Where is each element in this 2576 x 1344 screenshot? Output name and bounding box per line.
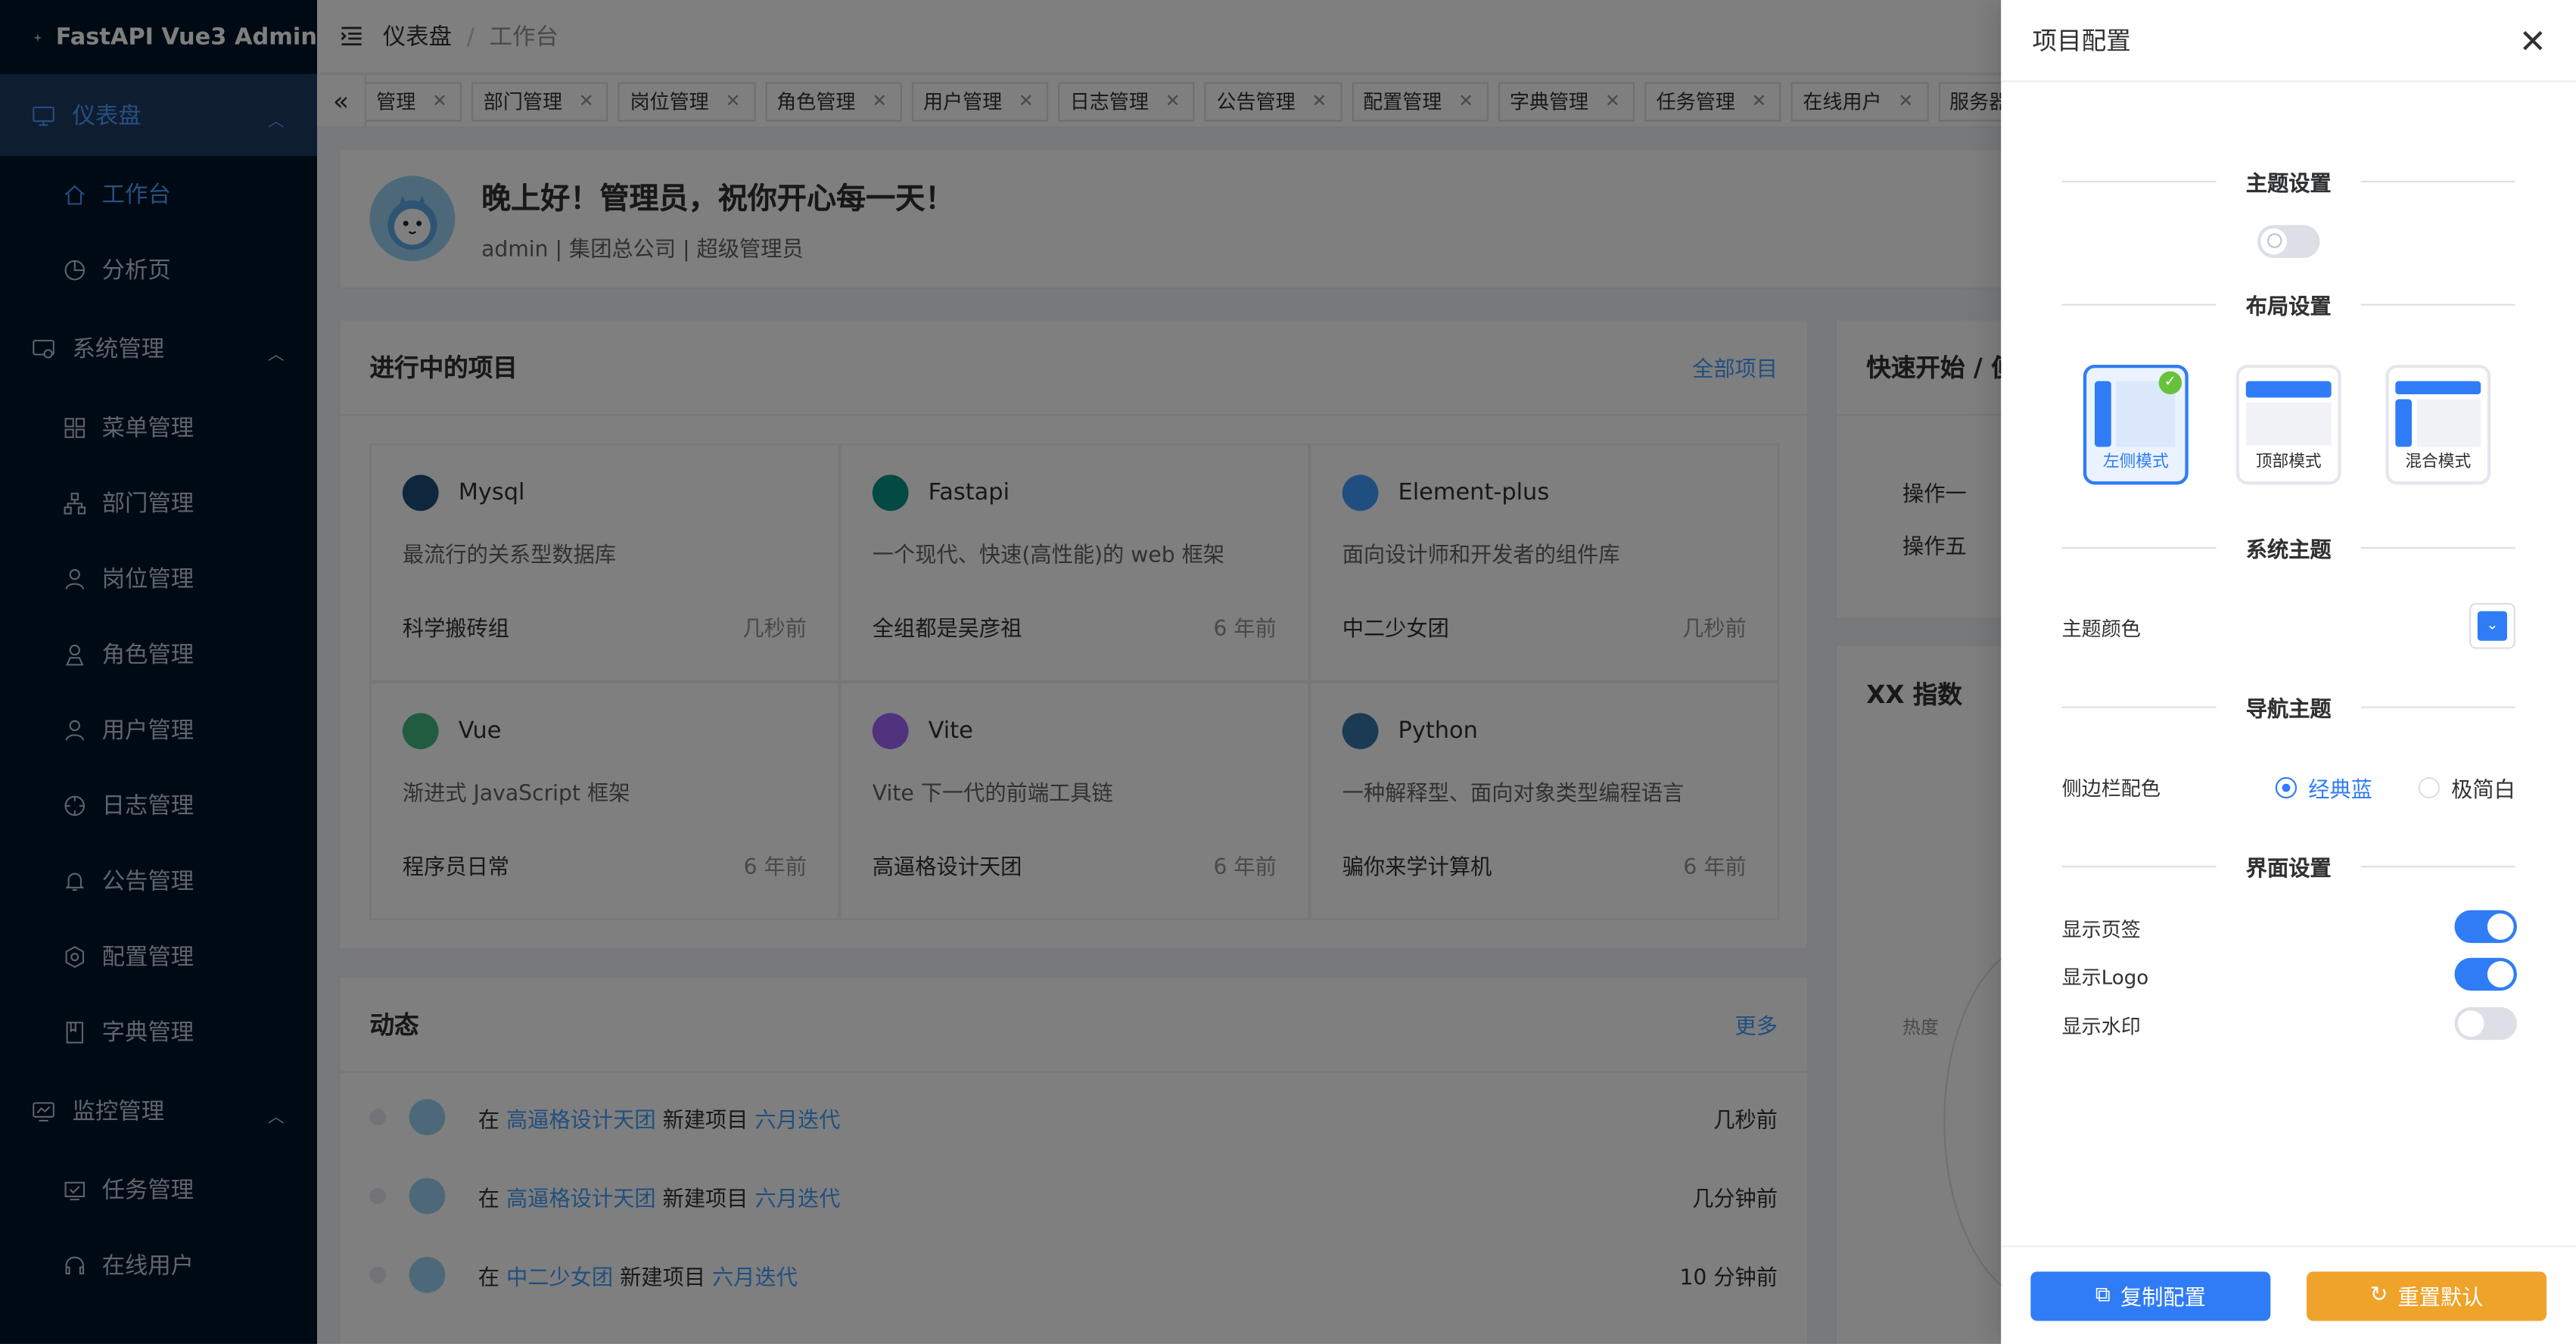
layout-label: 顶部模式 [2255,453,2322,472]
section-title: 界面设置 [2245,857,2332,882]
layout-preview-content [2245,402,2332,446]
layout-top-option[interactable]: 顶部模式 [2235,364,2341,485]
reset-default-button[interactable]: ↻ 重置默认 [2307,1271,2547,1321]
settings-drawer: 项目配置 ✕ 主题设置 布局设置 ✓ 左侧模式 顶部模式 混合模式 系统主题 主… [2001,0,2576,1344]
ui-section-divider: 界面设置 [2062,849,2515,882]
refresh-icon: ↻ [2369,1283,2388,1308]
layout-preview-top [2395,381,2481,395]
layout-preview-side [2395,399,2413,447]
radio-label: 极简白 [2451,779,2515,804]
drawer-footer: ⧉ 复制配置 ↻ 重置默认 [2001,1245,2576,1344]
layout-preview-side [2095,381,2111,447]
theme-color-picker[interactable]: ⌄ [2469,602,2515,649]
chevron-down-icon: ⌄ [2477,611,2507,641]
nav-theme-divider: 导航主题 [2062,690,2515,723]
copy-config-button[interactable]: ⧉ 复制配置 [2030,1271,2271,1321]
layout-label: 左侧模式 [2102,453,2169,472]
layout-preview-content [2416,399,2481,447]
section-title: 布局设置 [2245,294,2332,320]
dark-mode-switch[interactable] [2257,225,2320,258]
section-title: 主题设置 [2245,171,2332,197]
section-title: 系统主题 [2245,538,2332,563]
toggle-label: 显示Logo [2061,966,2149,989]
show-watermark-switch[interactable] [2454,1006,2517,1041]
button-label: 复制配置 [2120,1286,2206,1311]
drawer-header: 项目配置 ✕ [2001,0,2576,82]
show-tags-switch[interactable] [2454,910,2517,944]
toggle-label: 显示水印 [2061,1015,2141,1039]
sidebar-color-classic-radio[interactable]: 经典蓝 [2275,772,2372,804]
moon-icon [2266,233,2282,248]
drawer-title: 项目配置 [2032,26,2131,56]
modal-overlay[interactable] [0,0,2002,1344]
theme-color-label: 主题颜色 [2061,618,2141,641]
theme-section-divider: 主题设置 [2062,164,2515,197]
sidebar-color-label: 侧边栏配色 [2061,776,2161,801]
radio-circle [2418,776,2440,799]
radio-label: 经典蓝 [2308,779,2372,804]
radio-circle [2275,776,2298,799]
layout-label: 混合模式 [2405,453,2472,472]
section-title: 导航主题 [2245,697,2332,723]
toggle-label: 显示页签 [2061,918,2141,941]
sidebar-color-simple-radio[interactable]: 极简白 [2418,772,2515,804]
button-label: 重置默认 [2397,1286,2484,1311]
close-icon[interactable]: ✕ [2519,23,2546,56]
check-icon: ✓ [2158,371,2182,395]
show-logo-switch[interactable] [2454,957,2517,991]
copy-icon: ⧉ [2095,1283,2111,1308]
layout-left-option[interactable]: ✓ 左侧模式 [2083,364,2189,485]
layout-section-divider: 布局设置 [2062,288,2515,320]
layout-mix-option[interactable]: 混合模式 [2385,364,2491,485]
layout-preview-top [2245,381,2332,398]
system-theme-divider: 系统主题 [2062,530,2515,563]
